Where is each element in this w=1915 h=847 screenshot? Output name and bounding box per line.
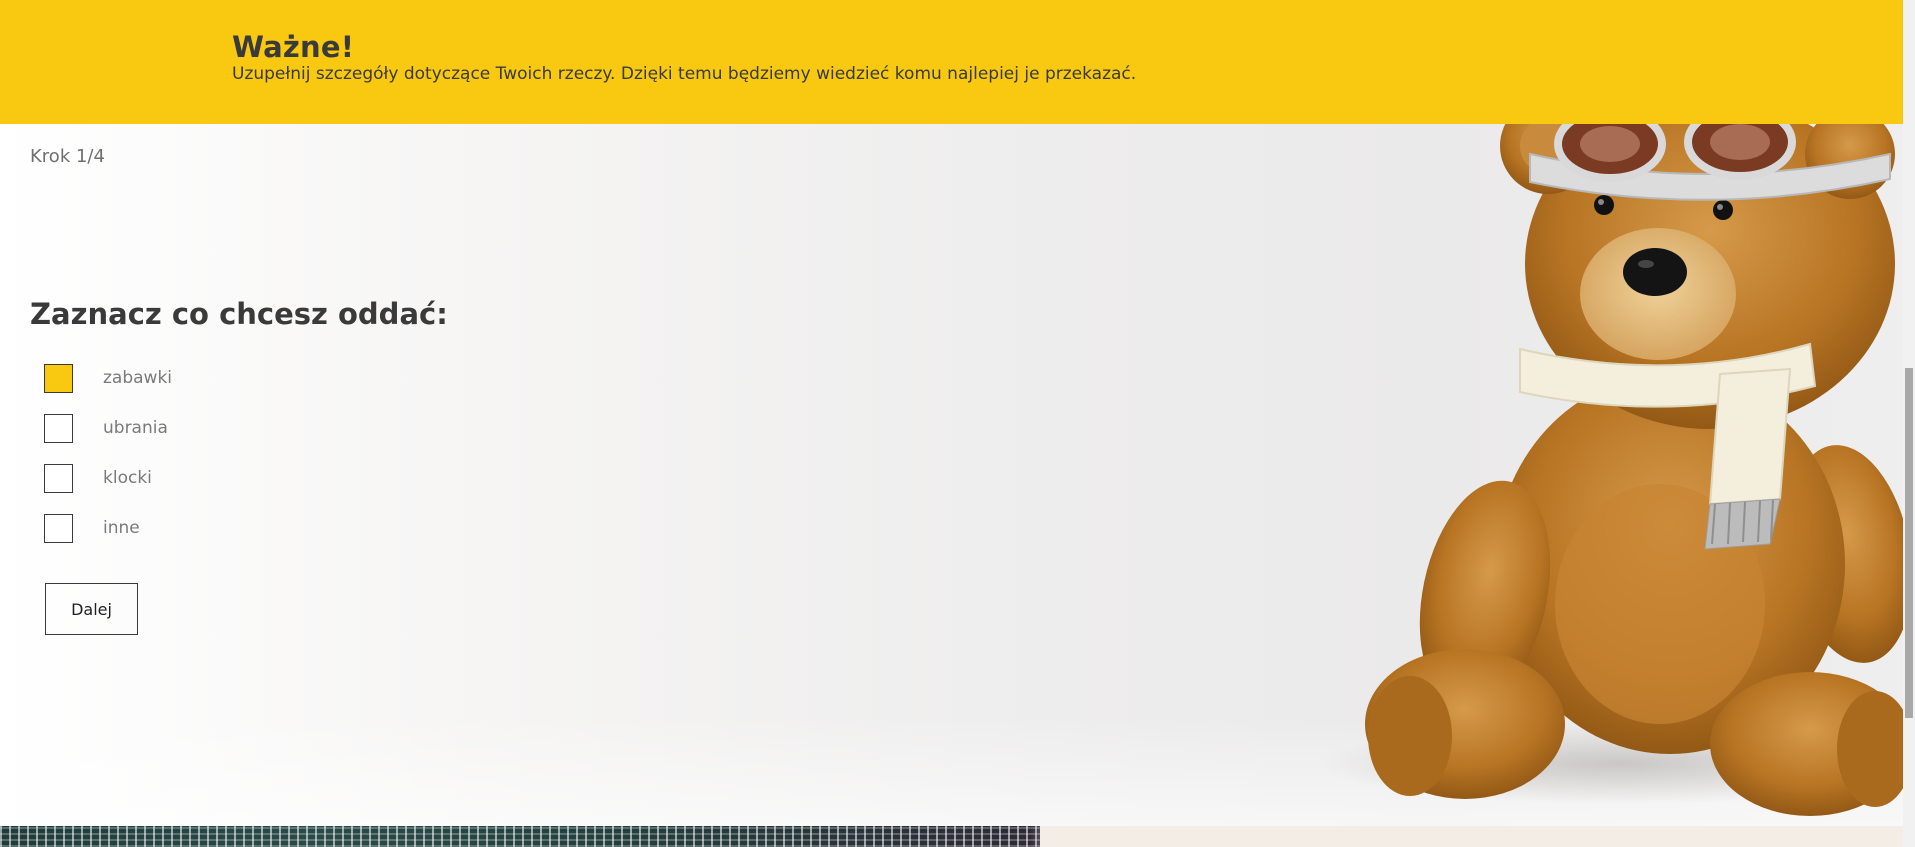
option-ubrania[interactable]: ubrania	[44, 412, 172, 444]
info-banner: Ważne! Uzupełnij szczegóły dotyczące Two…	[0, 0, 1903, 124]
option-klocki[interactable]: klocki	[44, 462, 172, 494]
option-label: inne	[103, 518, 140, 538]
option-inne[interactable]: inne	[44, 512, 172, 544]
checkbox-klocki[interactable]	[44, 463, 73, 493]
checkbox-zabawki[interactable]	[44, 363, 73, 393]
option-zabawki[interactable]: zabawki	[44, 362, 172, 394]
knit-texture-image	[0, 826, 1040, 847]
teddy-bear-image	[1320, 124, 1903, 816]
form-section: Krok 1/4 Zaznacz co chcesz oddać: zabawk…	[0, 124, 1903, 826]
options-list: zabawki ubrania klocki inne	[44, 362, 172, 562]
option-label: ubrania	[103, 418, 168, 438]
checkbox-ubrania[interactable]	[44, 413, 73, 443]
banner-title: Ważne!	[232, 30, 355, 64]
next-button[interactable]: Dalej	[45, 583, 138, 635]
image-fade	[1030, 826, 1090, 847]
step-indicator: Krok 1/4	[30, 146, 105, 167]
scrollbar-thumb[interactable]	[1905, 368, 1913, 718]
next-section-preview	[0, 826, 1903, 847]
form-title: Zaznacz co chcesz oddać:	[30, 297, 448, 331]
option-label: zabawki	[103, 368, 173, 388]
page-scrollbar[interactable]	[1903, 0, 1915, 847]
page: Ważne! Uzupełnij szczegóły dotyczące Two…	[0, 0, 1915, 847]
option-label: klocki	[103, 468, 152, 488]
banner-text: Uzupełnij szczegóły dotyczące Twoich rze…	[232, 64, 1137, 84]
checkbox-inne[interactable]	[44, 513, 73, 543]
